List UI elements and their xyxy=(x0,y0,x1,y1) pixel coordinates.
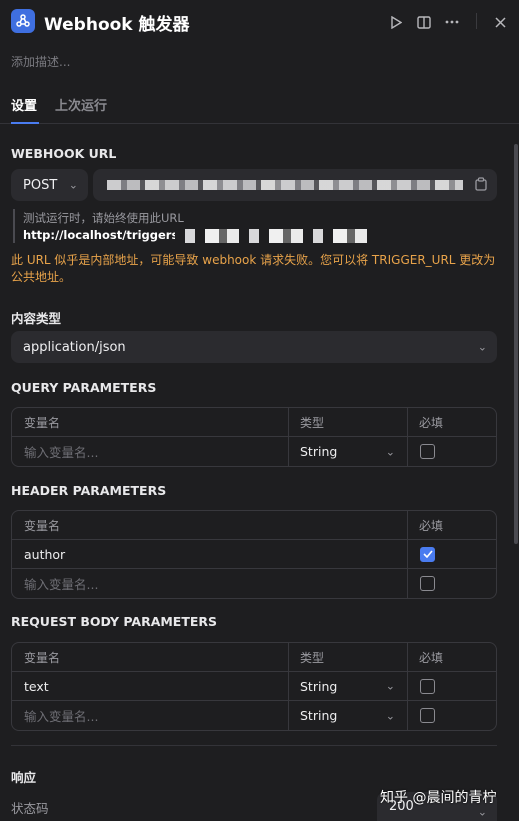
query-params-title: QUERY PARAMETERS xyxy=(11,380,157,395)
table-row: author xyxy=(12,540,496,569)
body-params-title: REQUEST BODY PARAMETERS xyxy=(11,614,218,629)
header-params-table: 变量名 必填 author 输入变量名... xyxy=(11,510,497,599)
type-select[interactable]: String ⌄ xyxy=(288,672,407,700)
method-value: POST xyxy=(23,177,58,193)
table-header-row: 变量名 必填 xyxy=(12,511,496,540)
column-header: 类型 xyxy=(300,650,325,665)
copy-icon[interactable] xyxy=(475,177,487,195)
chevron-down-icon: ⌄ xyxy=(68,178,78,192)
run-icon[interactable] xyxy=(386,12,406,32)
test-url: http://localhost/triggers/w xyxy=(23,228,194,242)
chevron-down-icon: ⌄ xyxy=(477,805,487,819)
required-cell xyxy=(408,701,435,730)
table-header-row: 变量名 类型 必填 xyxy=(12,408,496,437)
chevron-down-icon: ⌄ xyxy=(477,340,487,354)
redacted-test-url xyxy=(175,229,375,243)
header-params-title: HEADER PARAMETERS xyxy=(11,483,167,498)
column-header: 变量名 xyxy=(24,518,61,533)
table-row: 输入变量名... xyxy=(12,569,496,598)
table-header-row: 变量名 类型 必填 xyxy=(12,643,496,672)
type-select[interactable]: String ⌄ xyxy=(288,701,407,730)
panel-header: Webhook 触发器 xyxy=(0,0,519,44)
split-view-icon[interactable] xyxy=(414,12,434,32)
chevron-down-icon: ⌄ xyxy=(385,709,395,722)
required-checkbox[interactable] xyxy=(420,546,435,562)
status-code-label: 状态码 xyxy=(11,801,49,816)
internal-url-warning: 此 URL 似乎是内部地址，可能导致 webhook 请求失败。您可以将 TRI… xyxy=(11,253,496,284)
webhook-url-title: WEBHOOK URL xyxy=(11,146,117,161)
variable-name-input[interactable]: text xyxy=(12,672,288,700)
redacted-url xyxy=(107,180,463,190)
required-cell xyxy=(408,540,435,568)
hint-bar xyxy=(13,209,15,243)
variable-name-input[interactable]: 输入变量名... xyxy=(12,569,407,598)
type-value: String xyxy=(300,444,338,459)
webhook-url-field[interactable] xyxy=(93,169,497,201)
tab-last-run[interactable]: 上次运行 xyxy=(55,95,107,114)
column-header: 必填 xyxy=(419,415,444,430)
panel-title: Webhook 触发器 xyxy=(44,15,190,35)
column-header: 变量名 xyxy=(24,650,61,665)
body-params-table: 变量名 类型 必填 text String ⌄ 输入变量名... String … xyxy=(11,642,497,731)
variable-name-input[interactable]: 输入变量名... xyxy=(12,701,288,730)
variable-name-input[interactable]: author xyxy=(12,540,407,568)
content-type-select[interactable]: application/json ⌄ xyxy=(11,331,497,363)
response-title: 响应 xyxy=(11,770,37,785)
type-value: String xyxy=(300,708,338,723)
column-header: 必填 xyxy=(419,518,444,533)
close-icon[interactable] xyxy=(490,12,510,32)
test-url-hint: 测试运行时，请始终使用此URL xyxy=(23,211,184,225)
column-header: 变量名 xyxy=(24,415,61,430)
required-cell xyxy=(408,672,435,700)
column-header: 类型 xyxy=(300,415,325,430)
header-divider xyxy=(476,13,477,29)
required-cell xyxy=(408,569,435,598)
type-value: String xyxy=(300,678,338,694)
chevron-down-icon: ⌄ xyxy=(385,679,395,693)
table-row: text String ⌄ xyxy=(12,672,496,701)
required-checkbox[interactable] xyxy=(420,444,435,459)
table-row: 输入变量名... String ⌄ xyxy=(12,701,496,730)
tab-settings[interactable]: 设置 xyxy=(11,95,37,114)
variable-name-input[interactable]: 输入变量名... xyxy=(12,437,288,466)
chevron-down-icon: ⌄ xyxy=(385,445,395,458)
description-input[interactable]: 添加描述... xyxy=(11,53,70,70)
required-checkbox[interactable] xyxy=(420,708,435,723)
content-type-title: 内容类型 xyxy=(11,311,62,326)
tab-bar: 设置 上次运行 xyxy=(0,90,519,124)
required-checkbox[interactable] xyxy=(420,576,435,591)
column-header: 必填 xyxy=(419,650,444,665)
method-select[interactable]: POST ⌄ xyxy=(11,169,88,201)
webhook-logo-icon xyxy=(11,9,35,33)
query-params-table: 变量名 类型 必填 输入变量名... String ⌄ xyxy=(11,407,497,467)
watermark: 知乎 @晨间的青柠 xyxy=(380,790,497,806)
more-icon[interactable] xyxy=(442,12,462,32)
scrollbar[interactable] xyxy=(514,144,518,544)
type-select[interactable]: String ⌄ xyxy=(288,437,407,466)
active-tab-indicator xyxy=(11,122,39,124)
content-type-value: application/json xyxy=(23,339,126,355)
section-divider xyxy=(11,745,497,746)
table-row: 输入变量名... String ⌄ xyxy=(12,437,496,466)
required-cell xyxy=(408,437,435,466)
check-icon xyxy=(422,550,433,558)
required-checkbox[interactable] xyxy=(420,678,435,694)
